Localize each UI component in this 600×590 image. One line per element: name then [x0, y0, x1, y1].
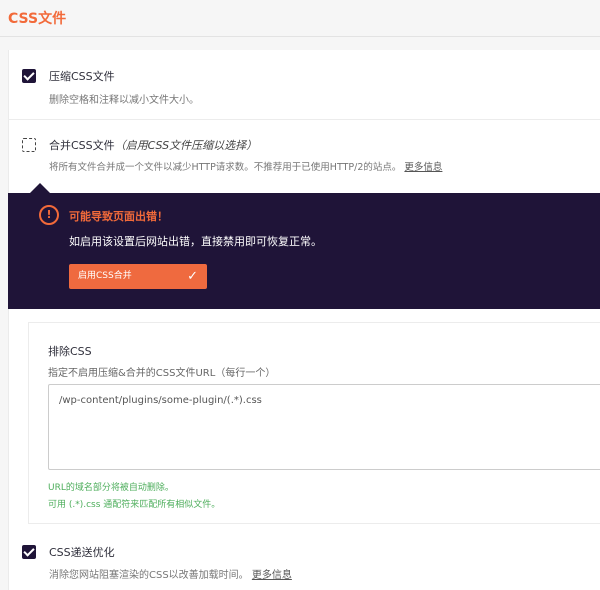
optimize-css-delivery-checkbox[interactable]: [22, 545, 36, 559]
optimize-css-delivery-description-text: 消除您网站阻塞渲染的CSS以改善加载时间。: [49, 570, 249, 581]
enable-css-combine-button-label: 启用CSS合并: [78, 271, 132, 281]
combine-css-label-text: 合并CSS文件: [49, 139, 115, 152]
minify-css-checkbox[interactable]: [22, 69, 36, 83]
exclude-css-textarea[interactable]: /wp-content/plugins/some-plugin/(.*).css: [48, 384, 600, 470]
exclude-css-hint-wildcard: 可用 (.*).css 通配符来匹配所有相似文件。: [48, 500, 221, 510]
warning-icon: !: [39, 205, 59, 225]
exclude-css-description: 指定不启用压缩&合并的CSS文件URL（每行一个）: [48, 368, 276, 379]
checkmark-icon: ✓: [187, 269, 198, 284]
combine-css-description-text: 将所有文件合并成一个文件以减少HTTP请求数。不推荐用于已使用HTTP/2的站点…: [49, 162, 402, 173]
combine-css-label: 合并CSS文件（启用CSS文件压缩以选择）: [49, 137, 257, 153]
enable-css-combine-button[interactable]: 启用CSS合并 ✓: [69, 264, 207, 289]
row-divider: [8, 119, 600, 120]
notice-text: 如启用该设置后网站出错，直接禁用即可恢复正常。: [69, 235, 322, 248]
title-divider: [0, 36, 600, 37]
minify-css-description: 删除空格和注释以减小文件大小。: [49, 95, 199, 106]
exclude-css-panel: 排除CSS 指定不启用压缩&合并的CSS文件URL（每行一个） /wp-cont…: [28, 322, 600, 523]
optimize-css-delivery-more-info-link[interactable]: 更多信息: [252, 570, 292, 581]
minify-css-label: 压缩CSS文件: [49, 70, 115, 83]
combine-css-checkbox[interactable]: [22, 138, 36, 152]
optimize-css-delivery-label: CSS递送优化: [49, 546, 115, 559]
combine-css-more-info-link[interactable]: 更多信息: [404, 162, 442, 173]
exclude-css-hint-domain: URL的域名部分将被自动删除。: [48, 483, 174, 493]
exclude-css-label: 排除CSS: [48, 345, 92, 358]
combine-css-label-note: （启用CSS文件压缩以选择）: [114, 139, 258, 152]
warning-notice: ! 可能导致页面出错！ 如启用该设置后网站出错，直接禁用即可恢复正常。 启用CS…: [8, 193, 600, 309]
section-title: CSS文件: [8, 11, 67, 27]
row-divider: [28, 523, 600, 524]
optimize-css-delivery-description: 消除您网站阻塞渲染的CSS以改善加载时间。 更多信息: [49, 566, 292, 581]
notice-title: 可能导致页面出错！: [69, 210, 168, 223]
combine-css-description: 将所有文件合并成一个文件以减少HTTP请求数。不推荐用于已使用HTTP/2的站点…: [49, 159, 442, 173]
